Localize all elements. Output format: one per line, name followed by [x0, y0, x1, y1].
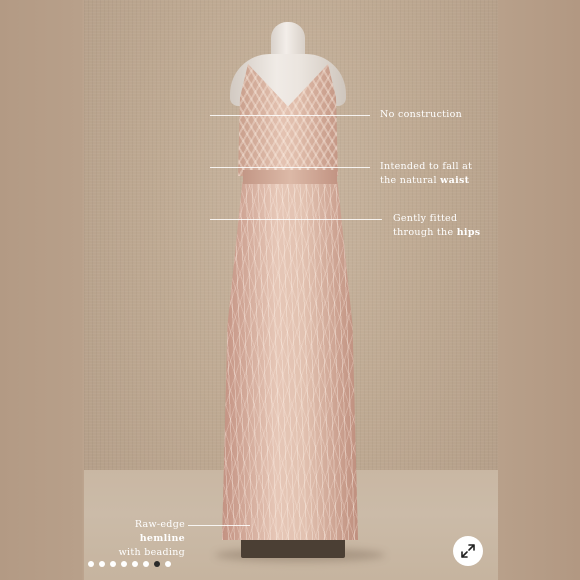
annotation-waist-line2: the natural waist	[380, 175, 470, 186]
annotation-hemline-line2: with beading	[118, 547, 185, 558]
carousel-dot[interactable]	[143, 561, 149, 567]
expand-button[interactable]	[453, 536, 483, 566]
annotation-waist-line1: Intended to fall at	[380, 161, 473, 172]
annotation-line-construction	[210, 115, 370, 116]
annotation-hips: Gently fitted through the hips	[393, 212, 480, 240]
carousel-dot[interactable]	[132, 561, 138, 567]
product-image-viewer: No construction Intended to fall at the …	[0, 0, 580, 580]
dress-waistband	[243, 170, 337, 184]
annotation-hips-line1: Gently fitted	[393, 213, 458, 224]
carousel-dot[interactable]	[121, 561, 127, 567]
dress-skirt	[222, 182, 358, 540]
annotation-waist: Intended to fall at the natural waist	[380, 160, 472, 188]
carousel-dot[interactable]	[99, 561, 105, 567]
carousel-pagination	[88, 561, 171, 567]
expand-arrows-icon	[461, 544, 475, 558]
carousel-dot[interactable]	[110, 561, 116, 567]
annotation-line-hemline	[188, 525, 250, 526]
annotation-hemline-line1: Raw-edge hemline	[134, 519, 185, 544]
carousel-dot[interactable]	[88, 561, 94, 567]
annotation-line-hips	[210, 219, 382, 220]
annotation-hemline: Raw-edge hemline with beading	[109, 518, 185, 560]
carousel-dot-active[interactable]	[154, 561, 160, 567]
annotation-hips-line2: through the hips	[393, 227, 481, 238]
annotation-line-waist	[210, 167, 370, 168]
annotation-construction-text: No construction	[380, 109, 463, 120]
annotation-construction: No construction	[380, 108, 462, 122]
carousel-dot[interactable]	[165, 561, 171, 567]
